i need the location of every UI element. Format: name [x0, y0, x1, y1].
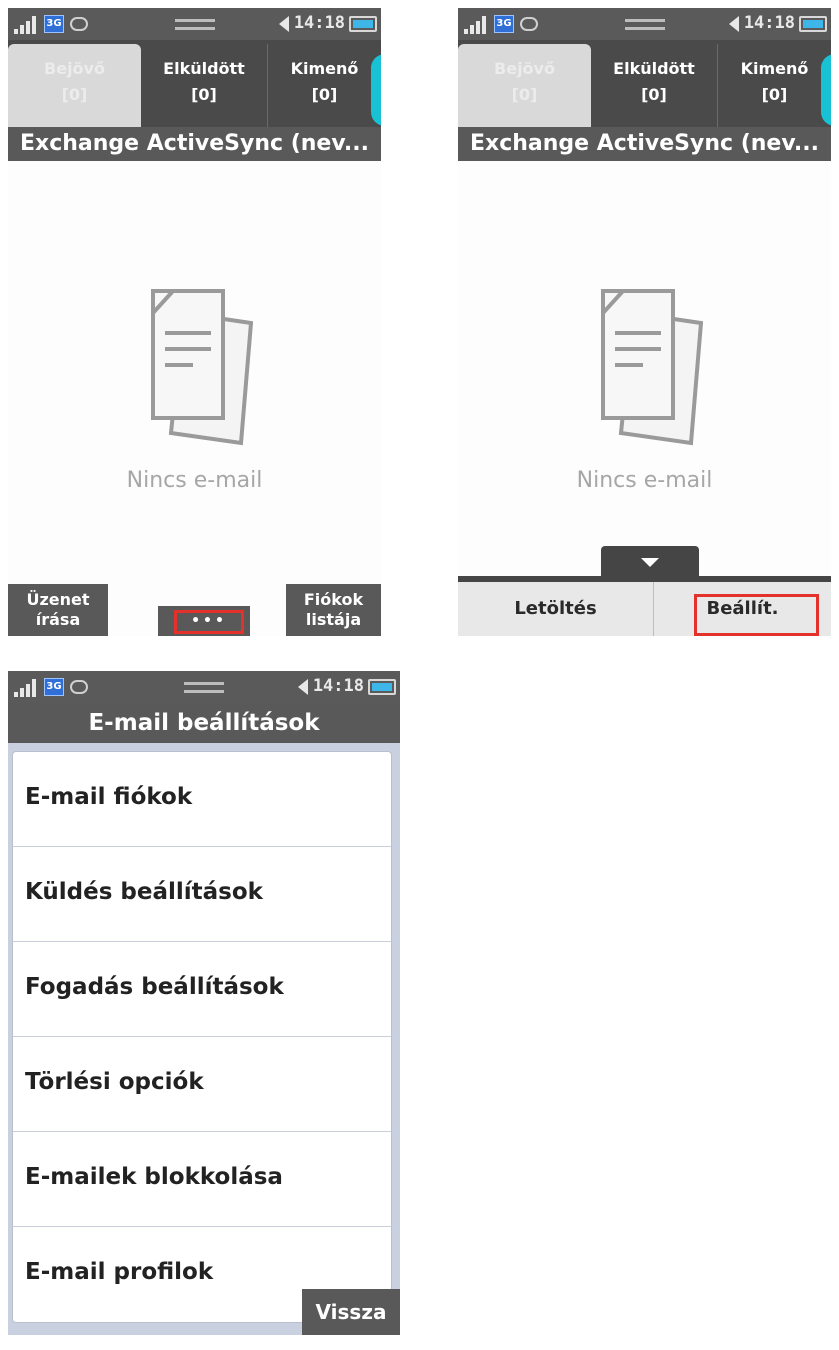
settings-highlight — [694, 594, 819, 636]
clock: 14:18 — [312, 676, 364, 696]
download-button[interactable]: Letöltés — [458, 582, 654, 636]
settings-item-send-settings[interactable]: Küldés beállítások — [13, 847, 391, 942]
tab-inbox[interactable]: Bejövő [0] — [458, 44, 591, 127]
tab-sent[interactable]: Elküldött [0] — [141, 44, 267, 127]
sync-icon — [70, 17, 88, 31]
3g-icon: 3G — [494, 15, 514, 33]
account-title: Exchange ActiveSync (nev... — [8, 127, 381, 161]
signal-icon — [464, 16, 490, 34]
compose-button[interactable]: Üzenet írása — [8, 584, 108, 636]
email-settings-screen: 3G 14:18 E-mail beállítások E-mail fióko… — [8, 671, 400, 1335]
inbox-options-screen: 3G 14:18 Bejövő [0] Elküldött [0] Kimenő… — [458, 8, 831, 636]
settings-item-block-emails[interactable]: E-mailek blokkolása — [13, 1132, 391, 1227]
back-button[interactable]: Vissza — [302, 1289, 400, 1335]
drag-handle-icon[interactable] — [184, 682, 224, 693]
tab-label: Elküldött — [613, 59, 695, 78]
tab-label: Bejövő — [44, 59, 105, 78]
empty-state-text: Nincs e-mail — [126, 468, 263, 493]
empty-state-text: Nincs e-mail — [576, 468, 713, 493]
tab-label: Bejövő — [494, 59, 555, 78]
tab-outbox[interactable]: Kimenő [0] — [717, 44, 831, 127]
collapse-options-icon[interactable] — [601, 546, 699, 578]
volume-icon — [279, 16, 289, 32]
tab-label: Kimenő — [290, 59, 359, 78]
scroll-indicator — [821, 54, 831, 126]
sync-icon — [70, 680, 88, 694]
status-bar: 3G 14:18 — [8, 671, 400, 703]
tab-count: [0] — [511, 85, 538, 104]
tab-outbox[interactable]: Kimenő [0] — [267, 44, 381, 127]
3g-icon: 3G — [44, 678, 64, 696]
tab-count: [0] — [311, 85, 338, 104]
battery-icon — [349, 16, 377, 32]
tab-sent[interactable]: Elküldött [0] — [591, 44, 717, 127]
page-title: E-mail beállítások — [8, 703, 400, 743]
tab-count: [0] — [761, 85, 788, 104]
scroll-indicator — [371, 54, 381, 126]
3g-icon: 3G — [44, 15, 64, 33]
settings-list: E-mail fiókok Küldés beállítások Fogadás… — [12, 751, 392, 1323]
tab-label: Elküldött — [163, 59, 245, 78]
signal-icon — [14, 679, 40, 697]
settings-item-email-accounts[interactable]: E-mail fiókok — [13, 752, 391, 847]
inbox-screen: 3G 14:18 Bejövő [0] Elküldött [0] Kimenő… — [8, 8, 381, 636]
tab-count: [0] — [191, 85, 217, 104]
battery-icon — [799, 16, 827, 32]
clock: 14:18 — [743, 13, 795, 33]
documents-icon — [601, 289, 703, 446]
volume-icon — [729, 16, 739, 32]
settings-item-delete-options[interactable]: Törlési opciók — [13, 1037, 391, 1132]
mailbox-tabs: Bejövő [0] Elküldött [0] Kimenő [0] — [458, 40, 831, 127]
tab-label: Kimenő — [740, 59, 809, 78]
drag-handle-icon[interactable] — [174, 19, 215, 30]
documents-icon — [151, 289, 253, 446]
status-bar: 3G 14:18 — [8, 8, 381, 40]
mailbox-tabs: Bejövő [0] Elküldött [0] Kimenő [0] — [8, 40, 381, 127]
signal-icon — [14, 16, 40, 34]
status-bar: 3G 14:18 — [458, 8, 831, 40]
sync-icon — [520, 17, 538, 31]
more-highlight[interactable]: ••• — [174, 610, 244, 634]
tab-count: [0] — [641, 85, 667, 104]
account-title: Exchange ActiveSync (nev... — [458, 127, 831, 161]
tab-count: [0] — [61, 85, 88, 104]
settings-item-receive-settings[interactable]: Fogadás beállítások — [13, 942, 391, 1037]
battery-icon — [368, 679, 396, 695]
drag-handle-icon[interactable] — [624, 19, 665, 30]
accounts-list-button[interactable]: Fiókok listája — [286, 584, 381, 636]
volume-icon — [298, 679, 308, 695]
clock: 14:18 — [293, 13, 345, 33]
tab-inbox[interactable]: Bejövő [0] — [8, 44, 141, 127]
